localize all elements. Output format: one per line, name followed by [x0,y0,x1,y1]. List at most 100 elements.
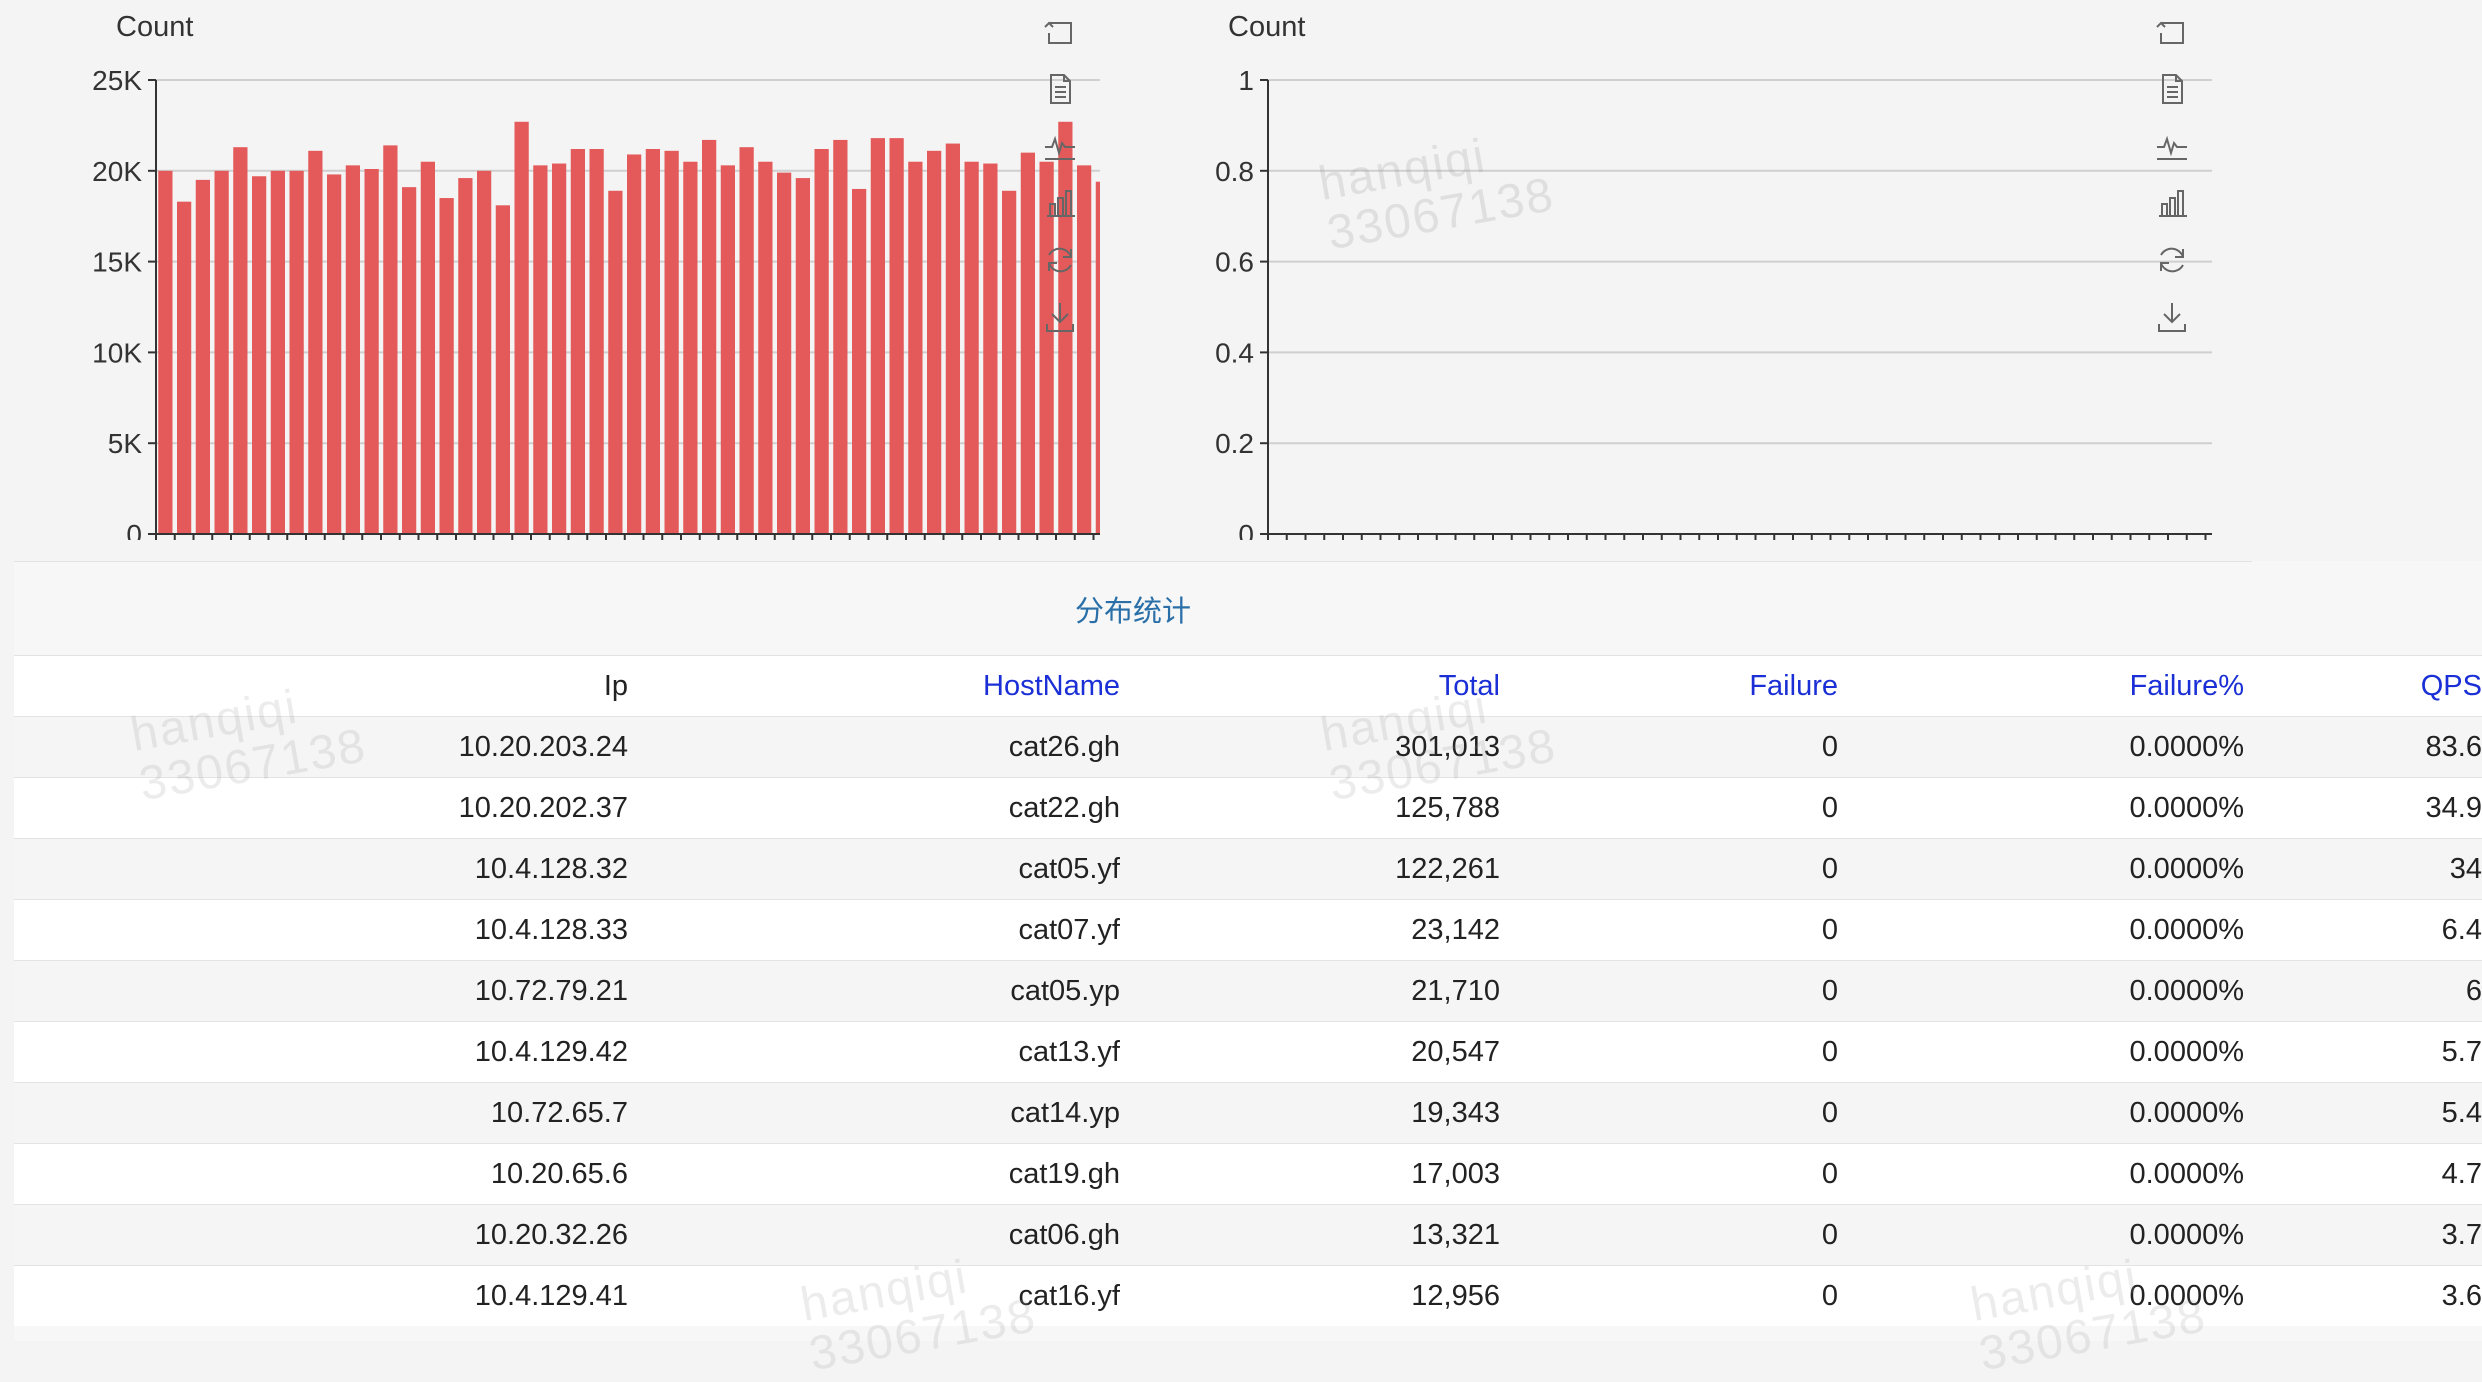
bar[interactable] [195,179,210,534]
bar[interactable] [233,147,248,534]
y-tick-label: 0.2 [1215,428,1254,459]
bar[interactable] [177,201,192,534]
table-row: 10.72.79.21 cat05.yp 21,710 0 0.0000% 6 [14,960,2482,1022]
bar[interactable] [664,150,679,534]
refresh-icon[interactable] [1040,240,1080,280]
restore-icon[interactable] [2152,12,2192,52]
bar[interactable] [608,190,623,534]
bar[interactable] [702,139,717,535]
y-axis-title: Count [1228,11,1305,43]
total-cell: 19,343 [1120,1082,1500,1144]
bar[interactable] [927,150,942,534]
failure-percent-cell: 0.0000% [1838,777,2244,839]
bar[interactable] [870,138,885,534]
bar[interactable] [458,178,473,534]
column-header-failure[interactable]: Failure [1500,655,1838,717]
total-cell: 122,261 [1120,838,1500,900]
bar[interactable] [495,205,510,534]
bar[interactable] [833,139,848,535]
bar-chart-icon[interactable] [1040,183,1080,223]
ip-cell: 10.20.203.24 [14,716,628,778]
column-header-failure-percent[interactable]: Failure% [1838,655,2244,717]
column-header-ip: Ip [14,655,628,717]
bar[interactable] [777,172,792,534]
y-tick-label: 0.8 [1215,156,1254,187]
data-view-icon[interactable] [1040,69,1080,109]
bar[interactable] [983,163,998,534]
bar[interactable] [908,161,923,534]
bar[interactable] [570,149,585,534]
bar[interactable] [514,121,529,534]
qps-cell: 3.6 [2244,1265,2482,1326]
qps-cell: 6.4 [2244,899,2482,961]
ip-cell: 10.4.129.42 [14,1021,628,1083]
bar[interactable] [270,170,285,535]
bar[interactable] [158,170,173,535]
table-row: 10.4.129.41 cat16.yf 12,956 0 0.0000% 3.6 [14,1265,2482,1326]
y-tick-label: 0 [1238,519,1254,540]
failure-cell: 0 [1500,838,1838,900]
line-chart-icon[interactable] [2152,126,2192,166]
bar[interactable] [683,161,698,534]
bar-chart-icon[interactable] [2152,183,2192,223]
bar[interactable] [345,165,360,535]
qps-cell: 5.4 [2244,1082,2482,1144]
refresh-icon[interactable] [2152,240,2192,280]
column-header-total[interactable]: Total [1120,655,1500,717]
bar[interactable] [627,154,642,534]
column-header-qps[interactable]: QPS [2244,655,2482,717]
bar[interactable] [795,178,810,534]
bar[interactable] [889,138,904,534]
ip-cell: 10.20.202.37 [14,777,628,839]
stats-header: 分布统计 [14,561,2252,656]
bar[interactable] [645,149,660,534]
bar[interactable] [739,147,754,534]
chart-toolbox-right [2152,12,2192,354]
total-cell: 20,547 [1120,1021,1500,1083]
bar[interactable] [477,170,492,535]
bar[interactable] [1020,152,1035,534]
bar[interactable] [327,174,342,534]
qps-cell: 5.7 [2244,1021,2482,1083]
download-icon[interactable] [1040,297,1080,337]
ip-cell: 10.72.79.21 [14,960,628,1022]
restore-icon[interactable] [1040,12,1080,52]
ip-cell: 10.20.65.6 [14,1143,628,1205]
bar[interactable] [214,170,229,535]
bar[interactable] [533,165,548,535]
stats-table-body: 10.20.203.24 cat26.gh 301,013 0 0.0000% 83.6 1… [14,716,2482,1326]
bar[interactable] [289,170,304,535]
count-chart-panel-right: 00.20.40.60.8103691215182124273033363942… [1112,0,2212,540]
bar[interactable] [308,150,323,534]
hostname-cell: cat26.gh [628,716,1120,778]
bar[interactable] [852,188,867,534]
hostname-cell: cat13.yf [628,1021,1120,1083]
bar[interactable] [252,176,267,535]
qps-cell: 34 [2244,838,2482,900]
bar[interactable] [1002,190,1017,534]
hostname-cell: cat05.yf [628,838,1120,900]
qps-cell: 4.7 [2244,1143,2482,1205]
qps-cell: 34.9 [2244,777,2482,839]
bar[interactable] [439,198,454,535]
stats-table: Ip HostName Total Failure Failure% QPS 1… [14,655,2482,1326]
data-view-icon[interactable] [2152,69,2192,109]
distribution-stats-section: 分布统计 Ip HostName Total Failure Failure% … [14,561,2482,1382]
bar[interactable] [383,145,398,534]
ip-cell: 10.20.32.26 [14,1204,628,1266]
qps-cell: 6 [2244,960,2482,1022]
line-chart-icon[interactable] [1040,126,1080,166]
bar[interactable] [420,161,435,534]
bar[interactable] [402,187,417,535]
bar[interactable] [758,161,773,534]
bar[interactable] [589,149,604,534]
bar[interactable] [1095,181,1100,535]
download-icon[interactable] [2152,297,2192,337]
bar[interactable] [814,149,829,534]
column-header-hostname[interactable]: HostName [628,655,1120,717]
bar[interactable] [364,168,379,534]
bar[interactable] [964,161,979,534]
bar[interactable] [945,143,960,534]
bar[interactable] [552,163,567,534]
bar[interactable] [720,165,735,535]
